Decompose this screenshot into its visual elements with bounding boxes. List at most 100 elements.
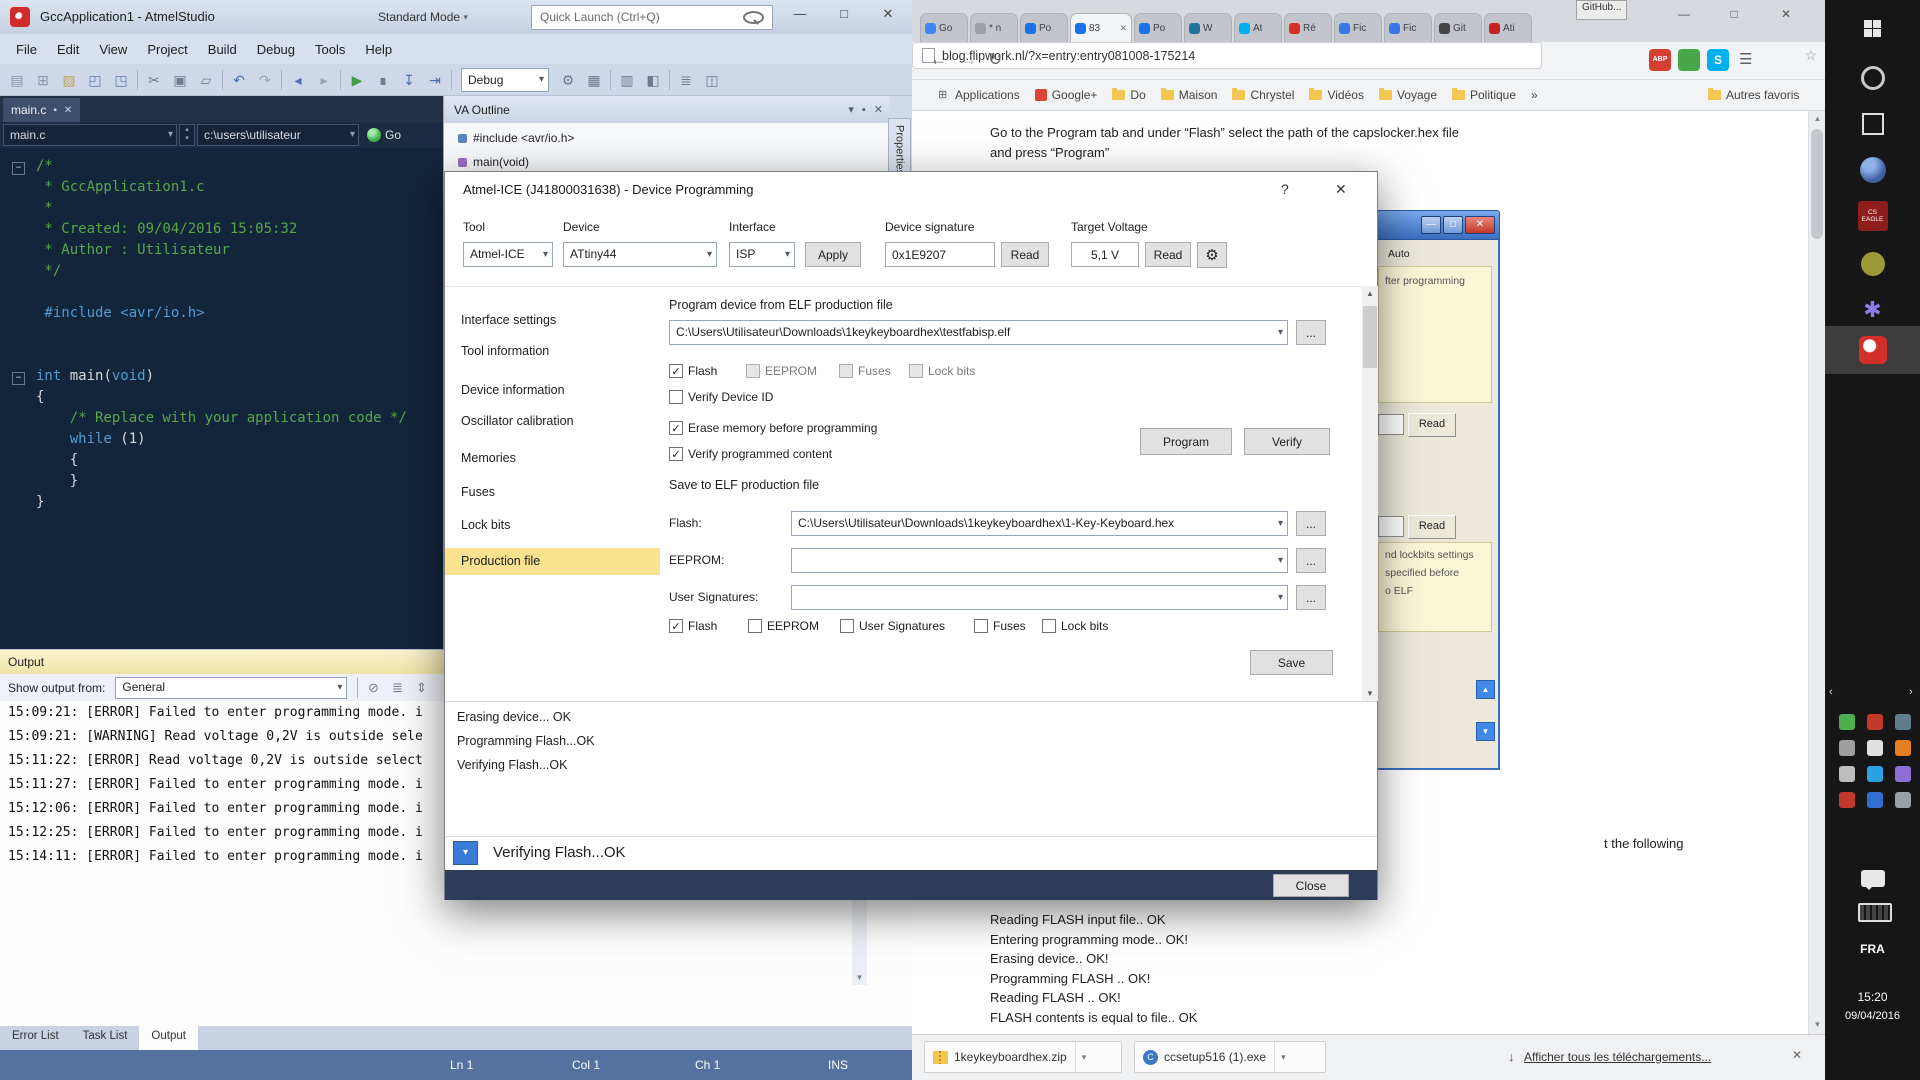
- tool-combo[interactable]: Atmel-ICE: [463, 242, 553, 267]
- tray-icon[interactable]: [1895, 792, 1911, 808]
- bookmark-voyage[interactable]: Voyage: [1379, 88, 1437, 102]
- debug-configuration-combo[interactable]: Debug: [461, 68, 549, 92]
- tray-expand-left-icon[interactable]: ‹: [1829, 686, 1833, 698]
- bookmark-google[interactable]: Google+: [1035, 88, 1098, 102]
- omnibox[interactable]: blog.flipwork.nl/?x=entry:entry081008-17…: [912, 42, 1542, 69]
- menu-view[interactable]: View: [89, 42, 137, 57]
- pin-icon[interactable]: ▪: [862, 104, 866, 116]
- browse-elf-button[interactable]: ...: [1296, 320, 1326, 345]
- start-debug-icon[interactable]: ▶: [344, 68, 370, 92]
- navigate-back-icon[interactable]: ◂: [285, 68, 311, 92]
- browser-tab-po[interactable]: Po: [1134, 13, 1182, 42]
- close-dialog-button[interactable]: Close: [1273, 874, 1349, 897]
- checkbox-box[interactable]: [974, 619, 988, 633]
- new-file-icon[interactable]: ▤: [4, 68, 30, 92]
- go-icon[interactable]: [367, 128, 381, 142]
- reload-icon[interactable]: ↻: [988, 50, 1002, 70]
- browser-tab-po[interactable]: Po: [1020, 13, 1068, 42]
- taskbar-app-olive-icon[interactable]: [1825, 242, 1920, 286]
- browser-tab-r[interactable]: Ré: [1284, 13, 1332, 42]
- scroll-down-icon[interactable]: ▼: [1362, 686, 1378, 701]
- checkbox-verify-device-id[interactable]: Verify Device ID: [669, 390, 773, 404]
- user-signatures-combo[interactable]: [791, 585, 1288, 610]
- tray-icon[interactable]: [1867, 792, 1883, 808]
- browser-menu-icon[interactable]: ☰: [1739, 50, 1752, 68]
- keyboard-icon[interactable]: [1858, 903, 1892, 922]
- menu-tools[interactable]: Tools: [305, 42, 355, 57]
- interface-combo[interactable]: ISP: [729, 242, 795, 267]
- flash-file-combo[interactable]: C:\Users\Utilisateur\Downloads\1keykeybo…: [791, 511, 1288, 536]
- close-button[interactable]: ✕: [866, 0, 910, 28]
- navigate-forward-icon[interactable]: ▸: [311, 68, 337, 92]
- tray-icon[interactable]: [1867, 766, 1883, 782]
- panel-menu-icon[interactable]: ▾: [848, 103, 854, 116]
- menu-project[interactable]: Project: [137, 42, 197, 57]
- checkbox-verify-programmed-content[interactable]: ✓Verify programmed content: [669, 447, 832, 461]
- menu-help[interactable]: Help: [355, 42, 402, 57]
- checkbox-fuses[interactable]: Fuses: [974, 619, 1026, 633]
- tray-icon[interactable]: [1867, 740, 1883, 756]
- menu-edit[interactable]: Edit: [47, 42, 89, 57]
- outline-item[interactable]: #include <avr/io.h>: [444, 126, 889, 150]
- show-all-downloads-link[interactable]: Afficher tous les téléchargements...: [1524, 1050, 1711, 1064]
- menu-build[interactable]: Build: [198, 42, 247, 57]
- checkbox-box[interactable]: [669, 390, 683, 404]
- spinner-control[interactable]: ▴▾: [179, 124, 195, 146]
- break-all-icon[interactable]: ∎: [370, 68, 396, 92]
- eeprom-file-combo[interactable]: [791, 548, 1288, 573]
- step-over-icon[interactable]: ⇥: [422, 68, 448, 92]
- scroll-down-icon[interactable]: ▼: [852, 970, 867, 985]
- caret-down-icon[interactable]: ▾: [1274, 1042, 1292, 1072]
- scroll-down-icon[interactable]: ▼: [1810, 1017, 1825, 1032]
- apply-button[interactable]: Apply: [805, 242, 861, 267]
- language-indicator[interactable]: FRA: [1825, 942, 1920, 956]
- checkbox-box[interactable]: [748, 619, 762, 633]
- dialog-nav-memories[interactable]: Memories: [445, 445, 660, 472]
- checkbox-eeprom[interactable]: EEPROM: [748, 619, 819, 633]
- add-item-icon[interactable]: ⊞: [30, 68, 56, 92]
- taskbar-app-ring-icon[interactable]: [1825, 56, 1920, 100]
- close-tab-icon[interactable]: ✕: [1119, 23, 1127, 34]
- read-signature-button[interactable]: Read: [1001, 242, 1049, 267]
- checkbox-box[interactable]: [1042, 619, 1056, 633]
- tool-tab-error-list[interactable]: Error List: [0, 1026, 71, 1050]
- tray-icon[interactable]: [1867, 714, 1883, 730]
- taskbar-eagle-cad-icon[interactable]: CS EAGLE: [1825, 194, 1920, 238]
- minimize-button[interactable]: —: [778, 0, 822, 28]
- open-file-icon[interactable]: ▨: [56, 68, 82, 92]
- dialog-nav-tool-information[interactable]: Tool information: [445, 338, 660, 365]
- bg-close-button[interactable]: ✕: [1465, 216, 1495, 234]
- verify-button[interactable]: Verify: [1244, 428, 1330, 455]
- save-icon[interactable]: ◰: [82, 68, 108, 92]
- redo-icon[interactable]: ↷: [252, 68, 278, 92]
- save-button[interactable]: Save: [1250, 650, 1333, 675]
- paste-icon[interactable]: ▱: [193, 68, 219, 92]
- menu-file[interactable]: File: [6, 42, 47, 57]
- bookmark-maison[interactable]: Maison: [1161, 88, 1218, 102]
- taskbar-app-window-icon[interactable]: [1825, 102, 1920, 146]
- tray-expand-right-icon[interactable]: ›: [1909, 686, 1913, 698]
- build-icon[interactable]: ⚙: [555, 68, 581, 92]
- solution-explorer-icon[interactable]: ≣: [673, 68, 699, 92]
- download-item-zip[interactable]: 1keykeyboardhex.zip ▾: [924, 1041, 1122, 1073]
- browser-tab-w[interactable]: W: [1184, 13, 1232, 42]
- device-programming-icon[interactable]: ▦: [581, 68, 607, 92]
- elf-file-combo[interactable]: C:\Users\Utilisateur\Downloads\1keykeybo…: [669, 320, 1288, 345]
- browser-tab-fic[interactable]: Fic: [1384, 13, 1432, 42]
- bg-read-button-2[interactable]: Read: [1408, 515, 1456, 539]
- word-wrap-icon[interactable]: ≣: [385, 678, 409, 698]
- checkbox-user-signatures[interactable]: User Signatures: [840, 619, 945, 633]
- dialog-nav-lock-bits[interactable]: Lock bits: [445, 512, 660, 539]
- bookmark-chrystel[interactable]: Chrystel: [1232, 88, 1294, 102]
- cut-icon[interactable]: ✂: [141, 68, 167, 92]
- tray-icon[interactable]: [1839, 714, 1855, 730]
- scroll-up-icon[interactable]: ▲: [1362, 286, 1378, 301]
- tray-icon[interactable]: [1895, 740, 1911, 756]
- browser-tab-n[interactable]: * n: [970, 13, 1018, 42]
- checkbox-lock-bits[interactable]: Lock bits: [1042, 619, 1108, 633]
- bg-tab-auto[interactable]: Auto: [1388, 248, 1410, 260]
- save-all-icon[interactable]: ◳: [108, 68, 134, 92]
- close-tab-icon[interactable]: ✕: [64, 105, 72, 116]
- browse-flash-button[interactable]: ...: [1296, 511, 1326, 536]
- bg-minimize-button[interactable]: —: [1421, 216, 1441, 234]
